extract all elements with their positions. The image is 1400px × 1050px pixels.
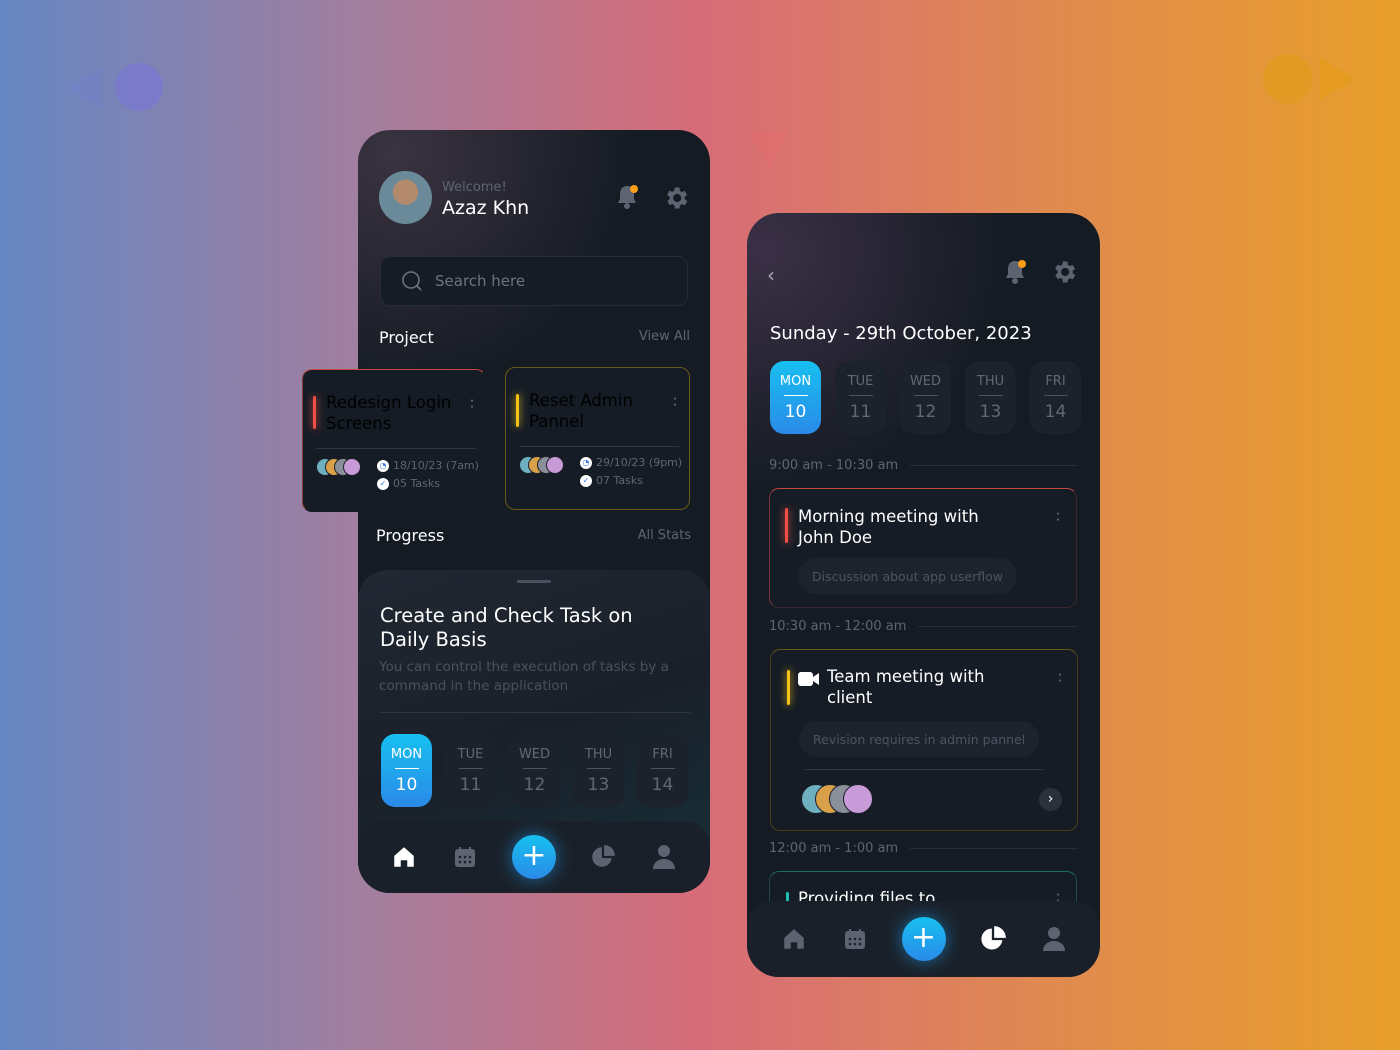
member-avatars — [519, 456, 564, 474]
view-all-link[interactable]: View All — [639, 329, 690, 344]
time-slot-label: 12:00 am - 1:00 am — [769, 841, 1078, 856]
project-date: ◔ 29/10/23 (9pm) — [580, 456, 682, 469]
more-options-icon[interactable]: ·· — [469, 394, 475, 415]
day-fri[interactable]: FRI 14 — [1030, 361, 1081, 434]
add-button[interactable]: + — [901, 917, 946, 961]
profile-icon[interactable] — [1040, 925, 1068, 953]
time-slot-label: 10:30 am - 12:00 am — [769, 619, 1078, 634]
event-card[interactable]: Team meeting with client · · Revision requ… — [770, 649, 1078, 831]
home-icon[interactable] — [390, 843, 418, 871]
day-mon[interactable]: MON 10 — [770, 361, 821, 434]
profile-icon[interactable] — [650, 843, 678, 871]
avatar[interactable] — [379, 171, 432, 224]
bell-icon[interactable] — [615, 184, 639, 214]
day-selector: MON 10 TUE 11 WED 12 THU 13 FRI 14 — [770, 361, 1081, 434]
video-camera-icon — [798, 671, 820, 690]
all-stats-link[interactable]: All Stats — [638, 528, 691, 543]
sheet-description: You can control the execution of tasks b… — [379, 659, 669, 694]
member-avatars — [801, 784, 873, 814]
schedule-screen: ‹ Sunday - 29th October, 2023 MON 10 TUE 1… — [747, 213, 1100, 977]
search-icon — [402, 271, 422, 291]
more-options-icon[interactable]: ·· — [672, 392, 678, 413]
project-title: Reset Admin Pannel — [529, 391, 633, 431]
event-title: Team meeting with client — [827, 667, 985, 707]
clock-icon: ◔ — [377, 459, 389, 472]
sheet-title: Create and Check Task on Daily Basis — [380, 604, 633, 651]
project-card[interactable]: Redesign Login Screens · · ◔ 18/10/23 (7am)… — [302, 369, 486, 512]
decorative-triangle — [748, 131, 790, 167]
progress-heading: Progress — [376, 526, 445, 545]
project-card[interactable]: Reset Admin Pannel · · ◔ 29/10/23 (9pm) ✓ 07… — [505, 367, 690, 510]
decorative-circle — [115, 63, 163, 111]
back-icon[interactable]: ‹ — [767, 263, 775, 287]
day-tue[interactable]: TUE 11 — [835, 361, 886, 434]
day-fri[interactable]: FRI 14 — [637, 734, 688, 807]
event-title: Morning meeting with John Doe — [798, 507, 979, 547]
bottom-nav: + — [358, 821, 710, 893]
project-title: Redesign Login Screens — [326, 393, 452, 433]
project-heading: Project — [379, 328, 434, 347]
event-card[interactable]: Morning meeting with John Doe · · Discussi… — [769, 488, 1077, 608]
search-placeholder: Search here — [435, 272, 526, 290]
day-selector: MON 10 TUE 11 WED 12 THU 13 FRI 14 — [381, 734, 688, 807]
user-name: Azaz Khn — [442, 197, 530, 219]
member-avatars — [316, 458, 361, 476]
check-icon: ✓ — [377, 477, 389, 490]
decorative-triangle — [66, 68, 102, 108]
day-wed[interactable]: WED 12 — [509, 734, 560, 807]
decorative-circle — [1263, 54, 1313, 104]
calendar-icon[interactable] — [841, 925, 869, 953]
divider — [380, 712, 690, 713]
pie-chart-icon[interactable] — [979, 925, 1007, 953]
bottom-nav: + — [747, 901, 1100, 977]
project-tasks: ✓ 07 Tasks — [580, 474, 643, 487]
day-wed[interactable]: WED 12 — [900, 361, 951, 434]
project-date: ◔ 18/10/23 (7am) — [377, 459, 479, 472]
event-note: Revision requires in admin pannel — [799, 721, 1040, 757]
project-tasks: ✓ 05 Tasks — [377, 477, 440, 490]
time-slot-label: 9:00 am - 10:30 am — [769, 458, 1078, 473]
date-title: Sunday - 29th October, 2023 — [770, 323, 1032, 344]
gear-icon[interactable] — [662, 184, 690, 216]
more-options-icon[interactable]: ·· — [1055, 507, 1061, 528]
day-thu[interactable]: THU 13 — [965, 361, 1016, 434]
chevron-right-icon[interactable]: › — [1039, 788, 1062, 811]
add-button[interactable]: + — [511, 835, 556, 879]
day-tue[interactable]: TUE 11 — [445, 734, 496, 807]
more-options-icon[interactable]: ·· — [1057, 668, 1063, 689]
event-note: Discussion about app userflow — [798, 558, 1017, 594]
day-thu[interactable]: THU 13 — [573, 734, 624, 807]
welcome-text: Welcome! — [442, 180, 507, 195]
home-icon[interactable] — [780, 925, 808, 953]
check-icon: ✓ — [580, 474, 592, 487]
decorative-triangle — [1320, 58, 1356, 100]
gear-icon[interactable] — [1050, 258, 1078, 290]
day-mon[interactable]: MON 10 — [381, 734, 432, 807]
sheet-handle[interactable] — [517, 580, 551, 583]
clock-icon: ◔ — [580, 456, 592, 469]
calendar-icon[interactable] — [451, 843, 479, 871]
search-input[interactable]: Search here — [380, 256, 688, 306]
pie-chart-icon[interactable] — [589, 843, 617, 871]
bell-icon[interactable] — [1003, 259, 1027, 289]
